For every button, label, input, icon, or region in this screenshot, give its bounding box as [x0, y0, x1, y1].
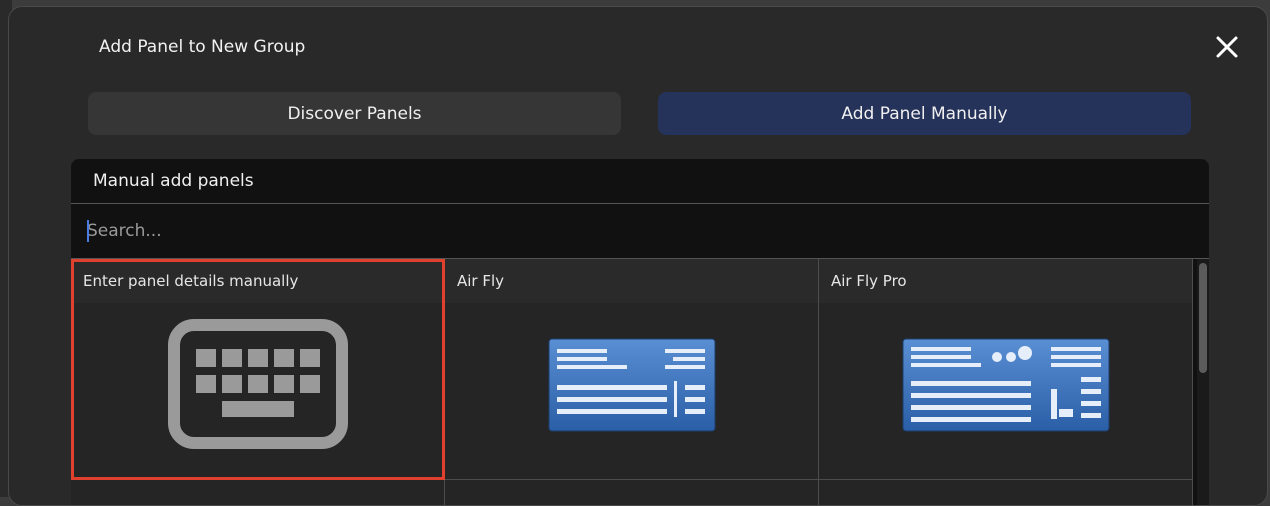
list-item[interactable] — [819, 480, 1193, 505]
close-button[interactable] — [1213, 33, 1241, 61]
scrollbar[interactable] — [1197, 259, 1209, 505]
text-caret — [87, 220, 89, 242]
scroll-thumb[interactable] — [1199, 263, 1207, 373]
section-header: Manual add panels — [71, 159, 1209, 204]
air-fly-pro-panel-image — [902, 338, 1109, 432]
manual-add-panels-section: Manual add panels Enter panel details ma… — [71, 159, 1209, 505]
list-item[interactable] — [71, 480, 445, 505]
search-input[interactable] — [85, 220, 789, 242]
tile-enter-details-manually[interactable]: Enter panel details manually — [71, 259, 445, 480]
dialog-title: Add Panel to New Group — [99, 37, 306, 57]
tab-add-panel-manually[interactable]: Add Panel Manually — [658, 92, 1191, 135]
tile-air-fly-pro[interactable]: Air Fly Pro — [819, 259, 1193, 480]
tab-discover-panels[interactable]: Discover Panels — [88, 92, 621, 135]
add-panel-dialog: Add Panel to New Group Discover Panels A… — [8, 6, 1268, 506]
keyboard-icon — [167, 319, 348, 449]
list-item[interactable] — [445, 480, 819, 505]
close-icon — [1216, 36, 1238, 58]
air-fly-panel-image — [548, 338, 715, 432]
tile-label: Air Fly — [445, 259, 818, 303]
tile-label: Air Fly Pro — [819, 259, 1192, 303]
search-row — [71, 204, 1209, 259]
tile-air-fly[interactable]: Air Fly — [445, 259, 819, 480]
tile-label: Enter panel details manually — [71, 259, 444, 303]
